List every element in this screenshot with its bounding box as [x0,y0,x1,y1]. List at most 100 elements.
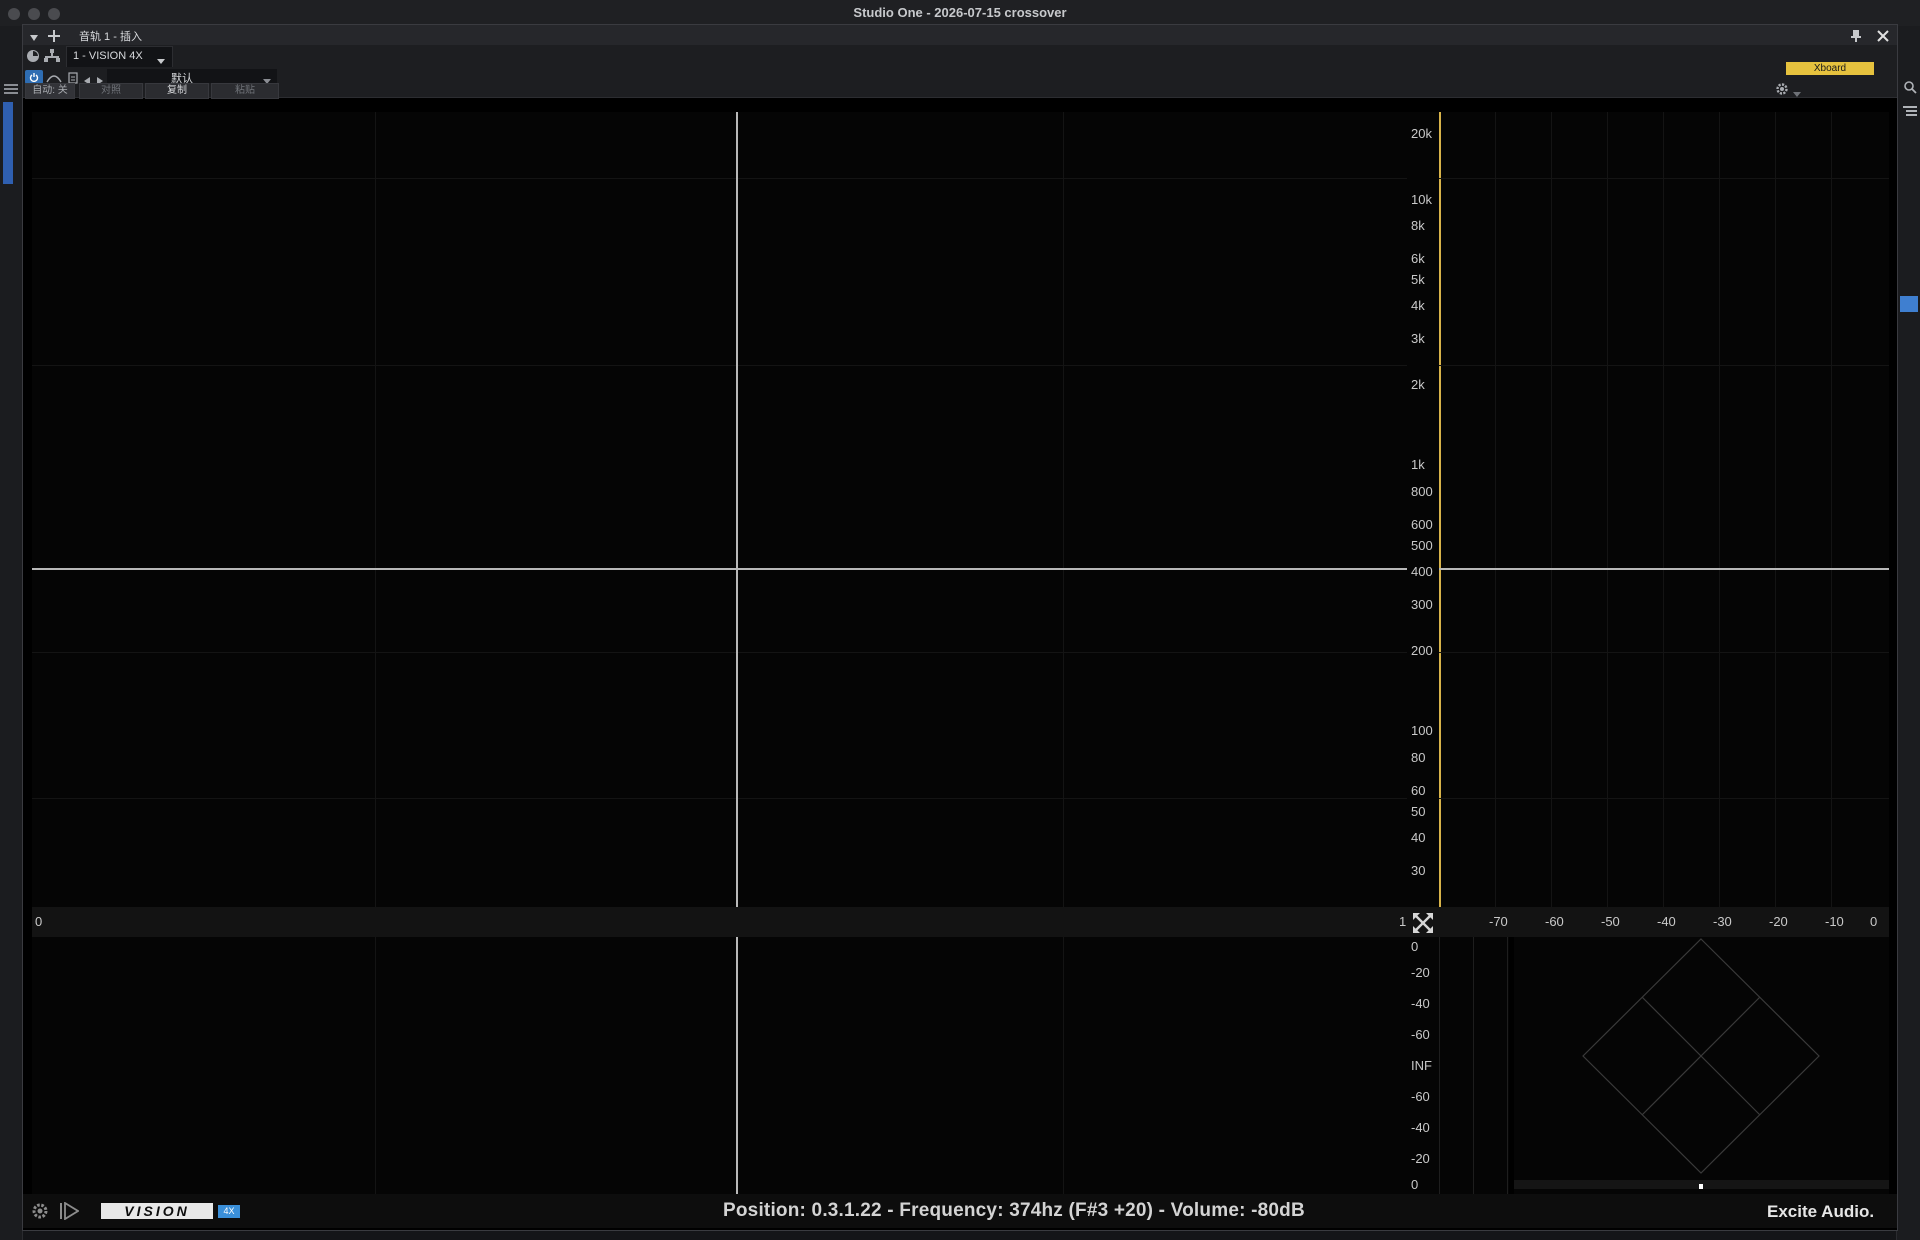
freq-label: 1k [1411,457,1425,472]
window-title: Studio One - 2026-07-15 crossover [853,5,1067,20]
grid-line [32,178,1407,179]
freq-label: 6k [1411,251,1425,266]
plugin-header: 音轨 1 - 插入 [23,25,1897,46]
db-label: -50 [1601,914,1620,929]
grid-line [1439,365,1889,366]
plugin-slot-name: 1 - VISION 4X [73,50,143,62]
freq-label: 500 [1411,538,1433,553]
right-app-strip [1896,26,1920,1240]
grid-line [1551,112,1552,907]
freq-label: 8k [1411,218,1425,233]
plugin-slot-row: 1 - VISION 4X [23,45,1897,68]
grid-line [32,365,1407,366]
db-label: -20 [1769,914,1788,929]
bypass-icon[interactable] [46,71,62,83]
power-button[interactable] [25,70,43,84]
waveform-panel[interactable] [32,937,1407,1194]
grid-line [1607,112,1608,907]
db-label: -40 [1657,914,1676,929]
level-label: 0 [1411,939,1419,954]
copy-button[interactable]: 复制 [145,83,209,99]
grid-line [1719,112,1720,907]
freq-label: 40 [1411,830,1426,845]
scroll-marker[interactable] [1900,296,1918,312]
grid-line [1495,112,1496,907]
status-readout: Position: 0.3.1.22 - Frequency: 374hz (F… [723,1200,1305,1221]
grid-line [1063,937,1064,1194]
preset-selector[interactable]: 默认 [107,69,277,85]
vision-logo: VISION [101,1203,213,1219]
spectrogram-panel[interactable] [32,112,1407,907]
time-axis-start: 0 [35,914,43,929]
level-axis: 0 -20 -40 -60 INF -60 -40 -20 0 [1407,937,1439,1194]
vision-badge: 4X [218,1205,240,1218]
level-label: -20 [1411,1151,1430,1166]
level-label: INF [1411,1058,1432,1073]
settings-gear-icon[interactable] [31,1202,49,1220]
gear-icon[interactable] [1775,82,1789,96]
xboard-button[interactable]: Xboard [1786,62,1874,75]
plugin-window: 音轨 1 - 插入 1 - VISION 4X 默认 自动: 关 对照 复制 粘… [22,24,1898,1231]
compare-button[interactable]: 对照 [79,83,143,99]
level-label: -20 [1411,965,1430,980]
level-meters [1439,937,1509,1194]
pin-icon[interactable] [1851,29,1861,42]
auto-toggle[interactable]: 自动: 关 [25,83,75,99]
grid-line [1439,798,1889,799]
triangle-down-icon[interactable] [29,30,39,41]
crosshair-horizontal [1439,568,1889,570]
db-label: -70 [1489,914,1508,929]
axis-strip: 0 1 -70 -60 -50 -40 -30 -20 -10 0 [32,907,1889,937]
db-label: -10 [1825,914,1844,929]
db-label: -30 [1713,914,1732,929]
level-label: -60 [1411,1027,1430,1042]
level-label: 0 [1411,1177,1419,1192]
grid-line [375,937,376,1194]
crosshair-horizontal [32,568,1407,570]
freq-label: 50 [1411,804,1426,819]
freq-label: 3k [1411,331,1425,346]
freq-label: 20k [1411,126,1432,141]
window-titlebar: Studio One - 2026-07-15 crossover [0,0,1920,27]
settings-chevron-icon[interactable] [1793,86,1801,97]
grid-line [1831,112,1832,907]
frequency-axis: 20k 10k 8k 6k 5k 4k 3k 2k 1k 800 600 500… [1407,112,1439,907]
grid-line [1439,652,1889,653]
preset-file-icon[interactable] [68,71,78,84]
level-label: -40 [1411,1120,1430,1135]
db-label: 0 [1870,914,1878,929]
paste-button[interactable]: 粘贴 [211,83,279,99]
vectorscope-panel[interactable] [1514,937,1889,1194]
plugin-preset-row: 默认 自动: 关 对照 复制 粘贴 Xboard [23,62,1897,99]
prev-preset-icon[interactable] [83,72,91,85]
spectrum-trace [1439,112,1441,907]
company-logo: Excite Audio. [1767,1202,1875,1221]
db-label: -60 [1545,914,1564,929]
grid-line [32,652,1407,653]
freq-label: 80 [1411,750,1426,765]
plugin-slot-selector[interactable]: 1 - VISION 4X [66,46,173,68]
freeze-play-icon[interactable] [59,1201,80,1221]
freq-label: 400 [1411,564,1433,579]
freq-label: 600 [1411,517,1433,532]
menu-icon[interactable] [4,82,18,94]
crosshair-vertical [736,937,738,1194]
time-axis-end: 1 [1399,914,1407,929]
close-icon[interactable] [1877,29,1889,42]
next-preset-icon[interactable] [96,72,104,85]
meter-separator [1439,937,1440,1194]
routing-icon[interactable] [43,48,61,64]
search-icon[interactable] [1903,80,1917,94]
grid-line [1663,112,1664,907]
level-label: -40 [1411,996,1430,1011]
freq-label: 60 [1411,783,1426,798]
grid-line [32,798,1407,799]
spectrum-panel[interactable] [1439,112,1889,907]
chevron-down-icon [157,53,165,64]
expand-icon[interactable] [1412,912,1434,934]
freq-label: 800 [1411,484,1433,499]
list-icon[interactable] [1903,104,1917,116]
gauge-icon[interactable] [26,49,40,63]
plus-icon[interactable] [48,29,60,42]
track-color-bar [3,102,13,184]
